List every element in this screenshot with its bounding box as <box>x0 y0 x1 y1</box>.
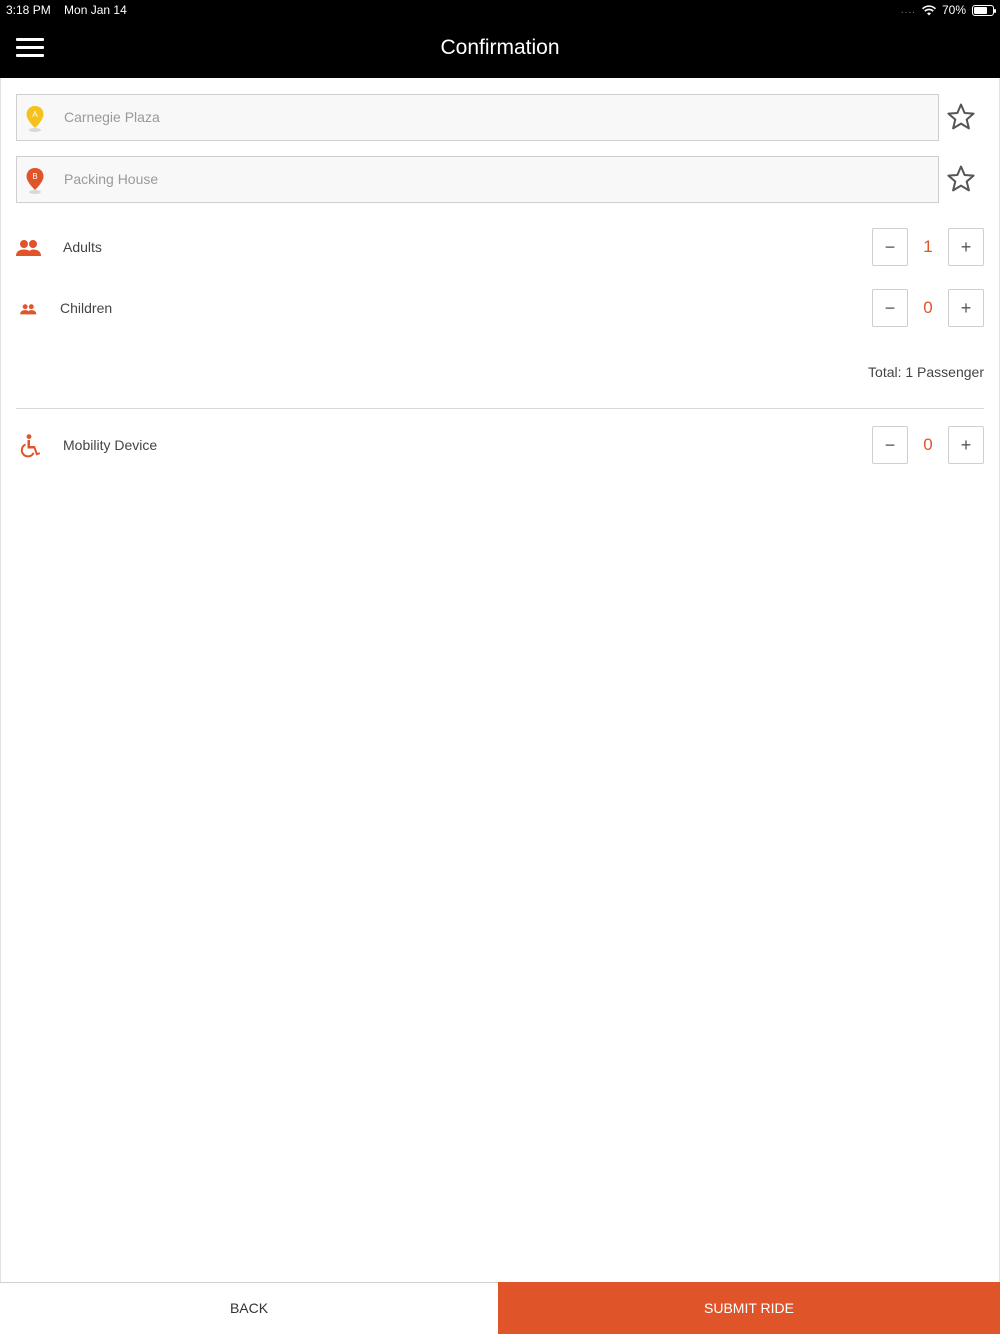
battery-level-fill <box>974 6 987 14</box>
adults-row: Adults − 1 + <box>16 228 984 268</box>
pin-b-letter: B <box>32 172 37 181</box>
bottom-action-bar: BACK SUBMIT RIDE <box>0 1282 1000 1334</box>
dropoff-location-text: Packing House <box>64 171 159 187</box>
pin-a-icon: A <box>26 106 44 132</box>
wheelchair-icon <box>20 434 41 458</box>
submit-ride-button[interactable]: SUBMIT RIDE <box>498 1282 1000 1334</box>
people-icon <box>16 240 41 256</box>
dropoff-row: B Packing House <box>16 156 984 204</box>
mobility-increment-button[interactable]: + <box>948 426 984 464</box>
battery-percent: 70% <box>941 3 966 17</box>
star-outline-icon[interactable] <box>946 164 976 194</box>
mobility-count: 0 <box>923 435 933 454</box>
children-decrement-button[interactable]: − <box>872 289 908 327</box>
left-border <box>0 78 1 1282</box>
adults-increment-button[interactable]: + <box>948 228 984 266</box>
pickup-location-text: Carnegie Plaza <box>64 109 160 125</box>
signal-dots: .... <box>900 4 916 16</box>
mobility-row: Mobility Device − 0 + <box>16 426 984 466</box>
adults-stepper: − 1 + <box>872 228 984 266</box>
adults-decrement-button[interactable]: − <box>872 228 908 266</box>
children-label: Children <box>60 300 113 316</box>
children-increment-button[interactable]: + <box>948 289 984 327</box>
adults-count: 1 <box>923 237 933 256</box>
pin-b-icon: B <box>26 168 44 194</box>
mobility-stepper: − 0 + <box>872 426 984 464</box>
status-time: 3:18 PM <box>6 3 51 17</box>
adults-label: Adults <box>63 239 102 255</box>
divider <box>16 408 984 409</box>
star-outline-icon[interactable] <box>946 102 976 132</box>
children-stepper: − 0 + <box>872 289 984 327</box>
mobility-label: Mobility Device <box>63 437 158 453</box>
pin-a-letter: A <box>32 110 38 119</box>
children-count: 0 <box>923 298 933 317</box>
pickup-row: A Carnegie Plaza <box>16 94 984 142</box>
battery-icon <box>972 4 996 16</box>
pickup-location-field[interactable]: A Carnegie Plaza <box>16 94 939 141</box>
dropoff-location-field[interactable]: B Packing House <box>16 156 939 203</box>
back-button[interactable]: BACK <box>0 1283 498 1334</box>
status-bar: 3:18 PM Mon Jan 14 .... 70% <box>0 0 1000 22</box>
status-date: Mon Jan 14 <box>64 3 127 17</box>
total-passengers: Total: 1 Passenger <box>868 364 984 380</box>
app-header: 3:18 PM Mon Jan 14 .... 70% Confirmation <box>0 0 1000 78</box>
wifi-icon <box>922 4 936 15</box>
mobility-decrement-button[interactable]: − <box>872 426 908 464</box>
page-title: Confirmation <box>440 36 560 59</box>
children-row: Children − 0 + <box>16 289 984 329</box>
people-small-icon <box>20 304 37 315</box>
